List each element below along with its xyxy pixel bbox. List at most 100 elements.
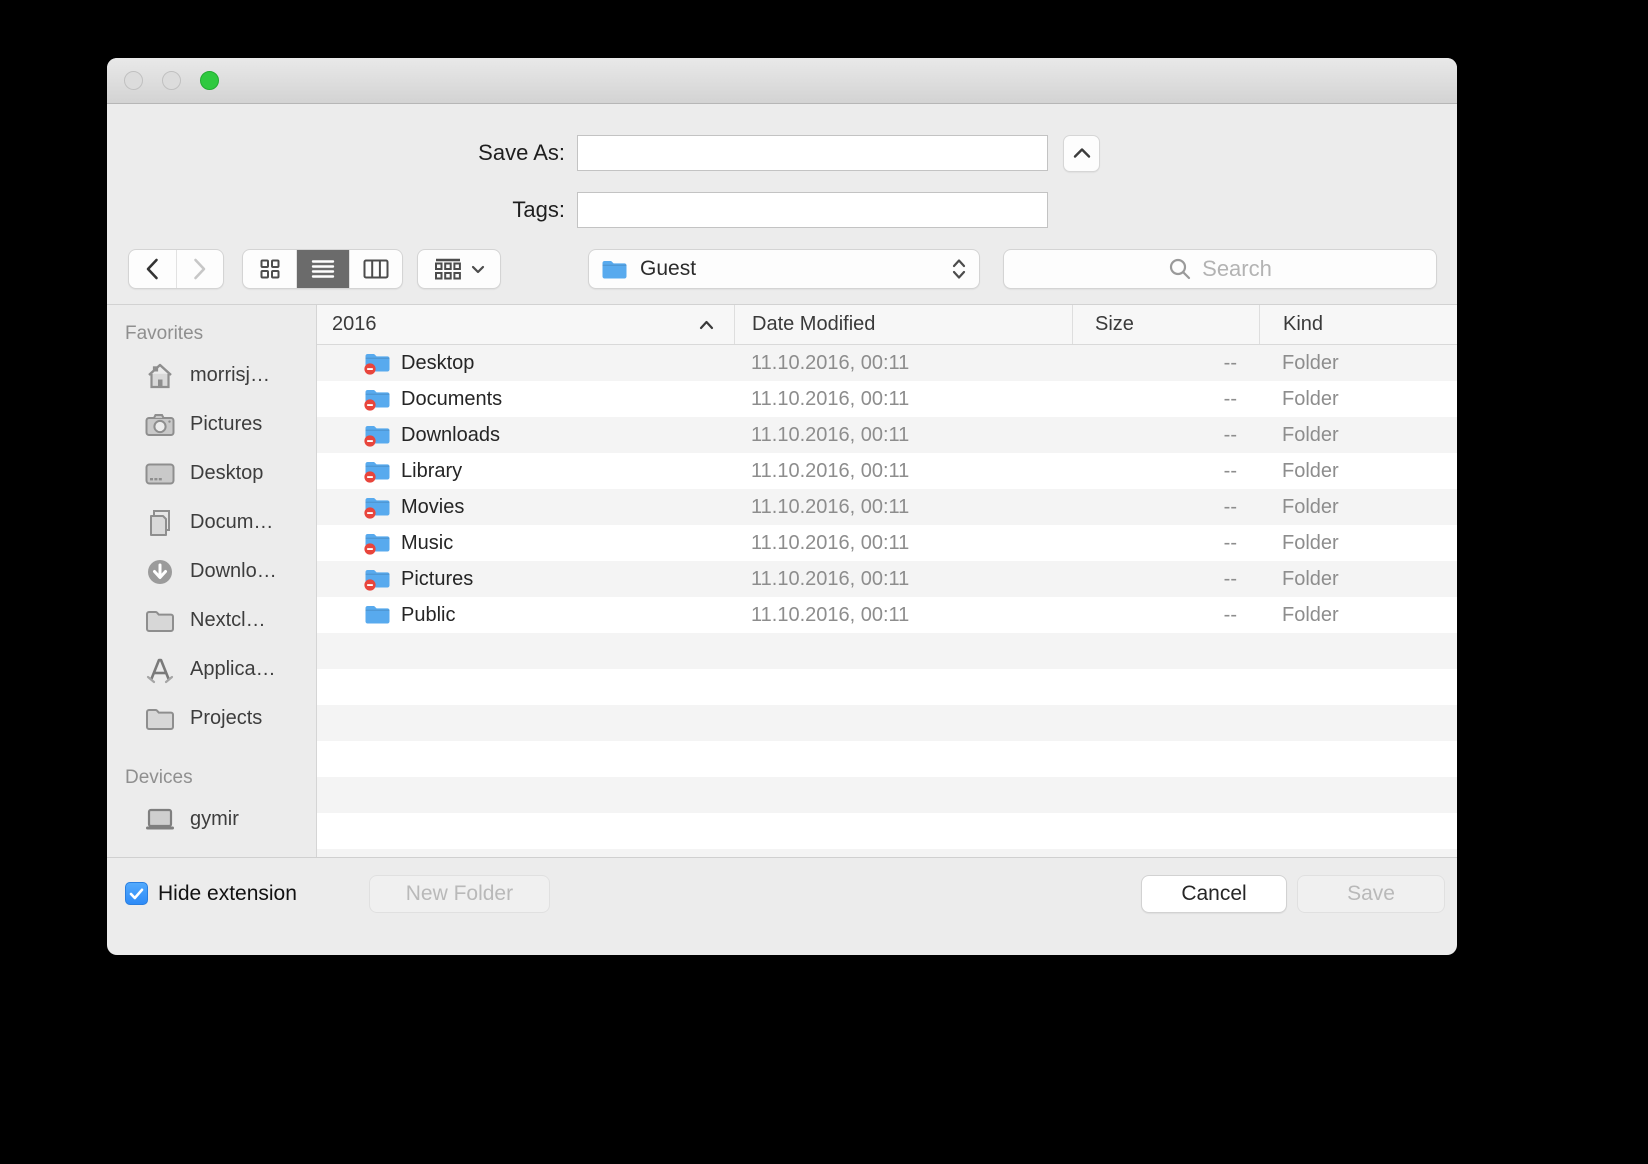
size-cell: -- [1072,561,1259,597]
column-header-kind[interactable]: Kind [1259,305,1457,344]
table-row[interactable]: Music11.10.2016, 00:11--Folder [317,525,1457,561]
home-icon [143,362,177,390]
size-cell: -- [1072,525,1259,561]
toolbar: Guest Search [107,249,1457,289]
save-as-label: Save As: [107,140,565,166]
date-modified-cell: 11.10.2016, 00:11 [734,525,1072,561]
minimize-button[interactable] [162,71,181,90]
hide-extension-checkbox[interactable] [125,882,148,905]
sidebar-item-downlo[interactable]: Downlo… [107,547,316,596]
group-by-icon [434,258,462,280]
camera-icon [143,413,177,437]
grid-view-icon [259,258,281,280]
column-header-name[interactable]: 2016 [317,305,734,344]
table-row[interactable]: Desktop11.10.2016, 00:11--Folder [317,345,1457,381]
table-row[interactable]: Documents11.10.2016, 00:11--Folder [317,381,1457,417]
chevron-up-icon [1073,147,1091,159]
icon-view-button[interactable] [243,250,296,288]
save-button[interactable]: Save [1297,875,1445,913]
expand-sheet-button[interactable] [1063,135,1100,172]
kind-cell: Folder [1259,381,1457,417]
sidebar-item-projects[interactable]: Projects [107,694,316,743]
size-cell: -- [1072,417,1259,453]
list-view-icon [311,258,335,280]
location-value: Guest [640,257,696,281]
sidebar-item-applica[interactable]: Applica… [107,645,316,694]
table-row[interactable]: Library11.10.2016, 00:11--Folder [317,453,1457,489]
search-placeholder: Search [1202,256,1272,282]
table-row[interactable]: Pictures 11.10.2016, 00:11--Folder [317,561,1457,597]
sidebar-item-morrisj[interactable]: morrisj… [107,351,316,400]
table-row[interactable]: Public11.10.2016, 00:11--Folder [317,597,1457,633]
save-as-input[interactable] [577,135,1048,171]
size-cell: -- [1072,489,1259,525]
location-popup[interactable]: Guest [588,249,980,289]
column-header-size[interactable]: Size [1072,305,1259,344]
file-name: Documents [401,388,502,411]
sidebar-item-label: Nextcl… [190,609,266,632]
restricted-folder-icon [364,568,391,591]
up-down-chevrons-icon [951,257,967,281]
close-button[interactable] [124,71,143,90]
restricted-folder-icon [364,352,391,375]
size-cell: -- [1072,381,1259,417]
sidebar-item-gymir[interactable]: gymir [107,795,316,844]
footer-bar: Hide extension New Folder Cancel Save [107,857,1457,929]
kind-cell: Folder [1259,345,1457,381]
back-button[interactable] [129,250,176,288]
date-modified-cell: 11.10.2016, 00:11 [734,453,1072,489]
downloads-icon [143,558,177,586]
tags-input[interactable] [577,192,1048,228]
size-cell: -- [1072,597,1259,633]
hide-extension-label: Hide extension [158,882,297,906]
sidebar-item-label: Docum… [190,511,273,534]
sidebar-item-pictures[interactable]: Pictures [107,400,316,449]
sidebar-item-label: gymir [190,808,239,831]
sidebar-section-title: Devices [107,767,316,789]
table-row[interactable]: Movies11.10.2016, 00:11--Folder [317,489,1457,525]
size-cell: -- [1072,453,1259,489]
sidebar-section-title: Favorites [107,323,316,345]
documents-icon [143,509,177,537]
sidebar-item-label: Downlo… [190,560,277,583]
date-modified-cell: 11.10.2016, 00:11 [734,345,1072,381]
search-icon [1168,257,1192,281]
chevron-left-icon [145,258,159,280]
restricted-folder-icon [364,532,391,555]
restricted-folder-icon [364,424,391,447]
chevron-down-icon [471,265,485,274]
save-dialog-window: Save As: Tags: [107,58,1457,955]
view-mode-segmented-control [242,249,403,289]
zoom-button[interactable] [200,71,219,90]
navigation-buttons [128,249,224,289]
kind-cell: Folder [1259,561,1457,597]
sidebar-item-desktop[interactable]: Desktop [107,449,316,498]
list-header: 2016 Date Modified Size Kind [317,305,1457,345]
kind-cell: Folder [1259,597,1457,633]
date-modified-cell: 11.10.2016, 00:11 [734,489,1072,525]
laptop-icon [143,808,177,832]
group-by-dropdown-button[interactable] [417,249,501,289]
forward-button[interactable] [176,250,223,288]
column-header-date-modified[interactable]: Date Modified [734,305,1072,344]
list-view-button[interactable] [296,250,349,288]
sidebar-item-label: Pictures [190,413,262,436]
file-name: Pictures [401,568,473,591]
date-modified-cell: 11.10.2016, 00:11 [734,561,1072,597]
column-view-button[interactable] [349,250,402,288]
restricted-folder-icon [364,496,391,519]
size-cell: -- [1072,345,1259,381]
kind-cell: Folder [1259,417,1457,453]
column-view-icon [363,259,389,279]
applications-icon [143,656,177,684]
sidebar-item-docum[interactable]: Docum… [107,498,316,547]
date-modified-cell: 11.10.2016, 00:11 [734,597,1072,633]
file-name: Music [401,532,453,555]
sidebar-item-nextcl[interactable]: Nextcl… [107,596,316,645]
search-input[interactable]: Search [1003,249,1437,289]
table-row[interactable]: Downloads11.10.2016, 00:11--Folder [317,417,1457,453]
new-folder-button[interactable]: New Folder [369,875,550,913]
file-name: Library [401,460,462,483]
restricted-folder-icon [364,388,391,411]
cancel-button[interactable]: Cancel [1141,875,1287,913]
